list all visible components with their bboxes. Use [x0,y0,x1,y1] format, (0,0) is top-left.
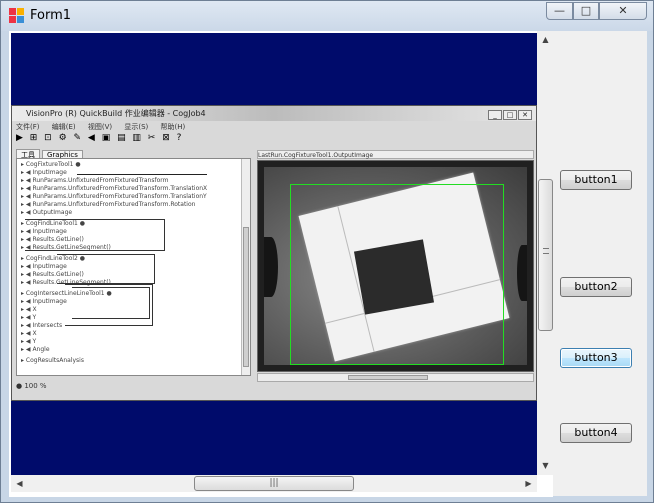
horizontal-scroll-thumb[interactable]: ||| [194,476,354,491]
panel-horizontal-scrollbar[interactable]: ◀ ||| ▶ [11,475,537,492]
image-shadow-left [264,237,278,297]
embedded-close-button: ✕ [518,110,532,120]
embedded-menu-item: 视图(V) [87,123,113,131]
tree-line: ▸ ◀ OutputImage [21,209,73,216]
scrollable-panel[interactable]: VisionPro (R) QuickBuild 作业编辑器 - CogJob4… [9,31,554,497]
embedded-title: VisionPro (R) QuickBuild 作业编辑器 - CogJob4 [26,109,206,118]
image-display [257,160,534,372]
scroll-down-arrow-icon[interactable]: ▼ [537,457,554,474]
tree-line: ▸ CogFixtureTool1 ● [21,161,81,168]
embedded-toolbar: ▶ ⊞ ⊡ ⚙ ✎ ◀ ▣ ▤ ▥ ✂ ⊠ ? [16,133,184,143]
embedded-title-bar: VisionPro (R) QuickBuild 作业编辑器 - CogJob4… [12,106,536,121]
app-icon [9,8,25,24]
embedded-window-buttons: _ □ ✕ [487,108,532,123]
scroll-left-arrow-icon[interactable]: ◀ [11,475,28,492]
image-pane-label: LastRun.CogFixtureTool1.OutputImage [257,150,534,159]
camera-image [264,167,527,365]
minimize-button[interactable]: — [546,2,573,20]
tree-line: ▸ ◀ Y [21,314,37,321]
title-bar[interactable]: Form1 — □ ✕ [1,1,653,31]
navy-background-top [11,33,537,105]
button2[interactable]: button2 [560,277,632,297]
link-line [77,174,207,175]
tree-line: ▸ ◀ RunParams.UnfixturedFromFixturedTran… [21,193,207,200]
embedded-max-button: □ [503,110,517,120]
tree-line: ▸ ◀ X [21,330,37,337]
embedded-min-button: _ [488,110,502,120]
tree-line: ▸ CogResultsAnalysis [21,357,84,364]
button3[interactable]: button3 [560,348,632,368]
link-bracket [57,254,155,284]
main-window: Form1 — □ ✕ VisionPro (R) QuickBuild 作业编… [0,0,654,503]
button4[interactable]: button4 [560,423,632,443]
close-button[interactable]: ✕ [599,2,647,20]
tree-line: ▸ ◀ Angle [21,346,50,353]
tree-line: ▸ ◀ RunParams.UnfixturedFromFixturedTran… [21,185,208,192]
image-hscrollbar [257,373,534,382]
navy-background-bottom [11,401,537,475]
tree-line: ▸ ◀ RunParams.UnfixturedFromFixturedTran… [21,201,196,208]
tree-line: ▸ ◀ X [21,306,37,313]
embedded-screenshot: VisionPro (R) QuickBuild 作业编辑器 - CogJob4… [11,105,537,401]
embedded-menu-item: 文件(F) [16,123,40,131]
embedded-menu: 文件(F) 编辑(E) 视图(V) 显示(S) 帮助(H) [16,121,195,133]
maximize-button[interactable]: □ [573,2,599,20]
embedded-menu-item: 帮助(H) [160,123,186,131]
embedded-menu-item: 编辑(E) [51,123,76,131]
embedded-tool-tree: ▸ CogFixtureTool1 ● ▸ ◀ InputImage ▸ ◀ R… [16,158,251,376]
tree-line: ▸ ◀ Intersects [21,322,63,329]
embedded-status: ● 100 % [16,382,47,390]
link-bracket [25,219,165,251]
form-client-area: VisionPro (R) QuickBuild 作业编辑器 - CogJob4… [9,31,647,497]
embedded-menu-item: 显示(S) [124,123,149,131]
tree-line: ▸ ◀ InputImage [21,169,67,176]
panel-vertical-scrollbar[interactable]: ▲ ▼ [537,31,554,475]
button1[interactable]: button1 [560,170,632,190]
scroll-right-arrow-icon[interactable]: ▶ [520,475,537,492]
tree-line: ▸ ◀ InputImage [21,298,67,305]
image-shadow-right [517,245,527,301]
tree-line: ▸ ◀ Y [21,338,37,345]
link-bracket [72,287,150,319]
scroll-up-arrow-icon[interactable]: ▲ [537,31,554,48]
search-region-rect [290,184,504,365]
vertical-scroll-thumb[interactable] [538,179,553,331]
tree-scrollbar [241,159,250,375]
tree-line: ▸ ◀ RunParams.UnfixturedFromFixturedTran… [21,177,169,184]
window-title: Form1 [30,8,72,23]
